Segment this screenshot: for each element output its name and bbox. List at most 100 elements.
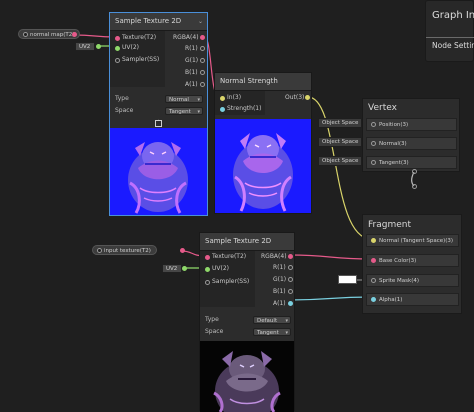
preview-collapse-icon[interactable]: ˄ xyxy=(155,120,162,127)
vertex-slot-tangent[interactable]: Tangent(3) xyxy=(366,156,457,169)
fragment-slot-sprite-mask[interactable]: Sprite Mask(4) xyxy=(366,274,459,287)
g-output-label: G(1) xyxy=(273,276,287,283)
sampler-input-port[interactable] xyxy=(115,58,120,63)
fragment-slot-label: Sprite Mask(4) xyxy=(379,278,420,284)
collapse-chevron-icon[interactable]: ⌄ xyxy=(198,13,203,30)
g-output-port[interactable] xyxy=(288,277,293,282)
vertex-slot-label: Position(3) xyxy=(379,122,409,128)
fragment-slot-normal[interactable]: Normal (Tangent Space)(3) xyxy=(366,234,459,247)
sprite-texture-preview-image xyxy=(200,341,294,412)
g-output-label: G(1) xyxy=(185,57,199,64)
g-output-port[interactable] xyxy=(200,58,205,63)
uv-field-top[interactable]: UV2 xyxy=(75,42,95,51)
vertex-slot-position[interactable]: Position(3) xyxy=(366,118,457,131)
space-dropdown[interactable]: Tangent ▾ xyxy=(253,328,291,336)
slot-port[interactable] xyxy=(371,160,376,165)
in-input-port[interactable] xyxy=(220,96,225,101)
space-dropdown[interactable]: Tangent ▾ xyxy=(165,107,203,115)
dropdown-caret-icon: ▾ xyxy=(285,330,288,336)
texture-input-port[interactable] xyxy=(115,36,120,41)
fragment-slot-alpha[interactable]: Alpha(1) xyxy=(366,293,459,306)
a-output-label: A(1) xyxy=(185,81,198,88)
fragment-flow-port[interactable] xyxy=(412,184,417,189)
space-value: Tangent xyxy=(169,109,191,115)
uv-bottom-out-port[interactable] xyxy=(182,266,187,271)
slot-port[interactable] xyxy=(371,278,376,283)
tab-node-settings[interactable]: Node Settir xyxy=(432,41,474,50)
vertex-position-space[interactable]: Object Space xyxy=(318,118,362,128)
type-dropdown[interactable]: Normal ▾ xyxy=(165,95,203,103)
b-output-port[interactable] xyxy=(288,289,293,294)
texture-input-label: Texture(T2) xyxy=(212,253,247,260)
space-context-label: Object Space xyxy=(322,120,359,126)
property-input-texture[interactable]: input texture(T2) xyxy=(92,245,157,255)
slot-port[interactable] xyxy=(371,258,376,263)
vertex-context-block[interactable]: Vertex Position(3) Normal(3) Tangent(3) xyxy=(362,98,460,172)
slot-port[interactable] xyxy=(371,122,376,127)
b-output-label: B(1) xyxy=(185,69,198,76)
a-output-port[interactable] xyxy=(200,82,205,87)
vertex-flow-port[interactable] xyxy=(412,169,417,174)
uv-field-bottom-label: UV2 xyxy=(166,266,178,272)
uv-input-label: UV(2) xyxy=(122,44,139,51)
property-port-icon xyxy=(23,32,28,37)
normal-map-preview-image xyxy=(110,128,207,215)
sprite-mask-color-field[interactable] xyxy=(338,275,357,284)
strength-input-label: Strength(1) xyxy=(227,105,262,112)
space-label: Space xyxy=(115,107,134,114)
rgba-output-port[interactable] xyxy=(288,254,293,259)
dropdown-caret-icon: ▾ xyxy=(197,97,200,103)
r-output-port[interactable] xyxy=(200,46,205,51)
sample-texture-2d-node-bottom[interactable]: Sample Texture 2D Texture(T2) UV(2) Samp… xyxy=(199,232,295,412)
r-output-label: R(1) xyxy=(273,264,286,271)
node-header[interactable]: Normal Strength xyxy=(215,73,311,91)
uv-input-label: UV(2) xyxy=(212,265,229,272)
normal-strength-node[interactable]: Normal Strength In(3) Strength(1) Out(3) xyxy=(214,72,312,214)
sample-texture-2d-node-top[interactable]: Sample Texture 2D ⌄ Texture(T2) UV(2) Sa… xyxy=(109,12,208,216)
type-label: Type xyxy=(115,95,129,102)
strength-input-port[interactable] xyxy=(220,107,225,112)
input-texture-out-port[interactable] xyxy=(180,248,185,253)
uv-field-top-label: UV2 xyxy=(79,44,91,50)
a-output-label: A(1) xyxy=(273,300,286,307)
slot-port[interactable] xyxy=(371,238,376,243)
property-port-icon xyxy=(97,248,102,253)
vertex-normal-space[interactable]: Object Space xyxy=(318,137,362,147)
slot-port[interactable] xyxy=(371,141,376,146)
rgba-output-port[interactable] xyxy=(200,35,205,40)
fragment-slot-label: Alpha(1) xyxy=(379,297,403,303)
normal-map-out-port[interactable] xyxy=(72,32,77,37)
uv-input-port[interactable] xyxy=(115,46,120,51)
fragment-context-block[interactable]: Fragment Normal (Tangent Space)(3) Base … xyxy=(362,214,462,314)
node-title: Sample Texture 2D xyxy=(115,17,182,25)
b-output-label: B(1) xyxy=(273,288,286,295)
texture-input-label: Texture(T2) xyxy=(122,34,157,41)
type-value: Normal xyxy=(169,97,189,103)
node-title: Normal Strength xyxy=(220,77,278,85)
r-output-port[interactable] xyxy=(288,265,293,270)
uv-input-port[interactable] xyxy=(205,267,210,272)
fragment-slot-base-color[interactable]: Base Color(3) xyxy=(366,254,459,267)
texture-input-port[interactable] xyxy=(205,255,210,260)
fragment-slot-label: Base Color(3) xyxy=(379,258,417,264)
vertex-tangent-space[interactable]: Object Space xyxy=(318,156,362,166)
type-dropdown[interactable]: Default ▾ xyxy=(253,316,291,324)
uv-field-bottom[interactable]: UV2 xyxy=(162,264,182,273)
fragment-title: Fragment xyxy=(368,220,411,230)
graph-inspector-panel: Graph Ins Node Settir xyxy=(425,0,474,62)
space-context-label: Object Space xyxy=(322,158,359,164)
inspector-tab-underline xyxy=(426,37,474,38)
normal-strength-preview-image xyxy=(215,119,311,213)
vertex-slot-label: Tangent(3) xyxy=(379,160,409,166)
a-output-port[interactable] xyxy=(288,301,293,306)
node-header[interactable]: Sample Texture 2D xyxy=(200,233,294,251)
uv-top-out-port[interactable] xyxy=(96,44,101,49)
sampler-input-port[interactable] xyxy=(205,280,210,285)
out-output-port[interactable] xyxy=(305,95,310,100)
out-output-label: Out(3) xyxy=(285,94,305,101)
node-header[interactable]: Sample Texture 2D ⌄ xyxy=(110,13,207,31)
b-output-port[interactable] xyxy=(200,70,205,75)
vertex-slot-normal[interactable]: Normal(3) xyxy=(366,137,457,150)
vertex-title: Vertex xyxy=(368,103,397,113)
slot-port[interactable] xyxy=(371,297,376,302)
